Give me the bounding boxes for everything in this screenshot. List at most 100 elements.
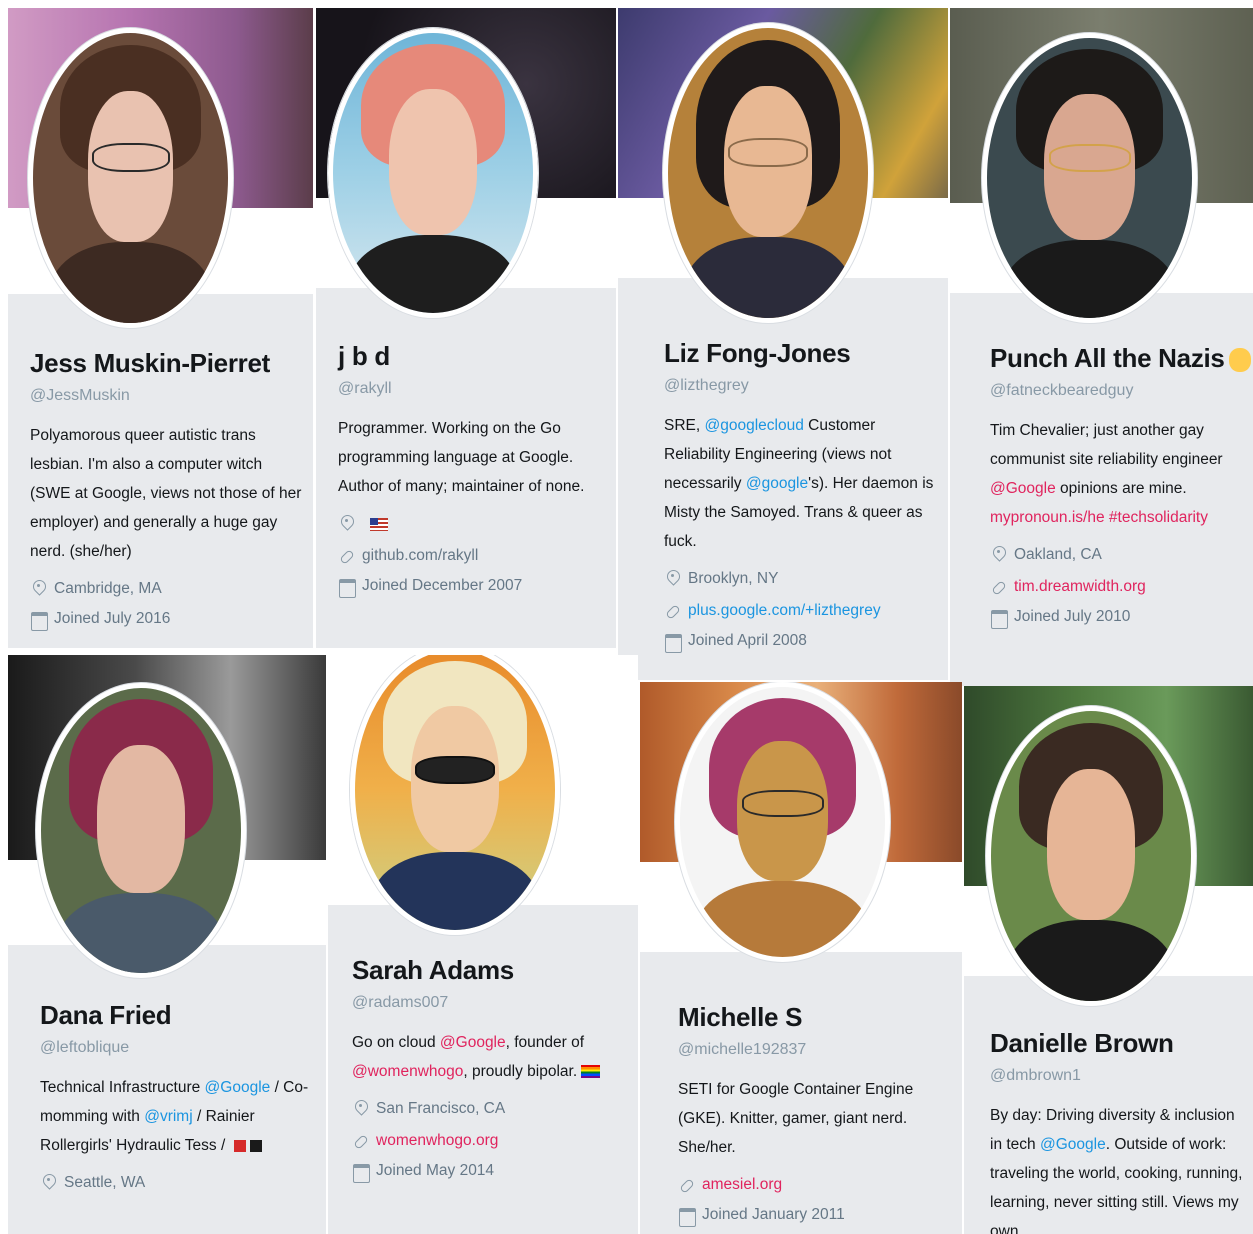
profile-avatar[interactable] bbox=[28, 28, 233, 328]
rainbow-flag-icon bbox=[581, 1065, 601, 1079]
location-pin-icon bbox=[338, 515, 356, 533]
profile-avatar[interactable] bbox=[663, 23, 873, 323]
profile-handle[interactable]: @JessMuskin bbox=[30, 387, 303, 405]
black-flag-icon bbox=[249, 1139, 262, 1152]
profile-card-sarah: Sarah Adams @radams007 Go on cloud @Goog… bbox=[328, 655, 638, 1234]
location-text: Cambridge, MA bbox=[54, 580, 162, 597]
profile-joined: Joined April 2008 bbox=[664, 632, 938, 653]
profile-website[interactable]: plus.google.com/+lizthegrey bbox=[664, 602, 938, 620]
mention-link[interactable]: @googlecloud bbox=[704, 417, 803, 434]
calendar-icon bbox=[664, 632, 682, 653]
mention-link[interactable]: @Google bbox=[440, 1034, 506, 1051]
profile-avatar[interactable] bbox=[675, 682, 890, 962]
location-pin-icon bbox=[990, 546, 1008, 564]
mention-link[interactable]: @womenwhogo bbox=[352, 1063, 463, 1080]
profile-name[interactable]: Liz Fong-Jones bbox=[664, 338, 938, 369]
profile-card-tim: Punch All the Nazis @fatneckbearedguy Ti… bbox=[950, 8, 1253, 686]
profile-bio: Tim Chevalier; just another gay communis… bbox=[990, 422, 1223, 526]
profile-collage: Jess Muskin-Pierret @JessMuskin Polyamor… bbox=[0, 0, 1253, 1234]
profile-joined: Joined January 2011 bbox=[678, 1206, 952, 1227]
profile-card-jbd: j b d @rakyll Programmer. Working on the… bbox=[316, 8, 616, 648]
profile-avatar[interactable] bbox=[350, 655, 560, 935]
profile-bio: Go on cloud @Google, founder of @womenwh… bbox=[352, 1028, 628, 1086]
profile-handle[interactable]: @leftoblique bbox=[40, 1039, 316, 1057]
joined-text: Joined July 2016 bbox=[54, 610, 171, 627]
profile-joined: Joined December 2007 bbox=[338, 577, 606, 598]
profile-handle[interactable]: @lizthegrey bbox=[664, 377, 938, 395]
website-link[interactable]: tim.dreamwidth.org bbox=[1014, 578, 1146, 596]
joined-text: Joined April 2008 bbox=[688, 632, 807, 649]
raised-fist-emoji-icon bbox=[1228, 348, 1251, 373]
profile-card-michelle: Michelle S @michelle192837 SETI for Goog… bbox=[640, 682, 962, 1234]
red-flag-icon bbox=[233, 1139, 246, 1152]
link-icon bbox=[352, 1132, 370, 1150]
profile-website[interactable]: amesiel.org bbox=[678, 1176, 952, 1194]
location-text: Brooklyn, NY bbox=[688, 570, 779, 587]
profile-handle[interactable]: @fatneckbearedguy bbox=[990, 382, 1243, 400]
website-link[interactable]: github.com/rakyll bbox=[362, 547, 478, 565]
us-flag-icon bbox=[370, 517, 388, 531]
mention-link[interactable]: @Google bbox=[1040, 1136, 1106, 1153]
profile-joined: Joined May 2014 bbox=[352, 1162, 628, 1183]
profile-bio: Technical Infrastructure @Google / Co-mo… bbox=[40, 1079, 309, 1154]
profile-location: Brooklyn, NY bbox=[664, 570, 938, 588]
calendar-icon bbox=[30, 610, 48, 631]
mention-link[interactable]: @Google bbox=[990, 480, 1056, 497]
profile-joined: Joined July 2010 bbox=[990, 608, 1243, 629]
pronoun-link[interactable]: mypronoun.is/he #techsolidarity bbox=[990, 509, 1208, 526]
link-icon bbox=[338, 547, 356, 565]
location-text: Seattle, WA bbox=[64, 1174, 146, 1191]
location-pin-icon bbox=[30, 580, 48, 598]
mention-link[interactable]: @google bbox=[746, 475, 808, 492]
profile-handle[interactable]: @rakyll bbox=[338, 380, 606, 398]
joined-text: Joined July 2010 bbox=[1014, 608, 1131, 625]
calendar-icon bbox=[990, 608, 1008, 629]
location-text: San Francisco, CA bbox=[376, 1100, 506, 1117]
profile-handle[interactable]: @dmbrown1 bbox=[990, 1067, 1247, 1085]
profile-bio: SETI for Google Container Engine (GKE). … bbox=[678, 1081, 914, 1156]
location-pin-icon bbox=[664, 570, 682, 588]
mention-link[interactable]: @Google bbox=[205, 1079, 271, 1096]
profile-website[interactable]: github.com/rakyll bbox=[338, 547, 606, 565]
profile-bio: Programmer. Working on the Go programmin… bbox=[338, 420, 585, 495]
joined-text: Joined January 2011 bbox=[702, 1206, 845, 1223]
profile-location: Cambridge, MA bbox=[30, 580, 303, 598]
profile-avatar[interactable] bbox=[986, 706, 1196, 1006]
profile-joined: Joined July 2016 bbox=[30, 610, 303, 631]
profile-location: Seattle, WA bbox=[40, 1174, 316, 1192]
profile-website[interactable]: womenwhogo.org bbox=[352, 1132, 628, 1150]
profile-bio: By day: Driving diversity & inclusion in… bbox=[990, 1107, 1243, 1234]
calendar-icon bbox=[352, 1162, 370, 1183]
mention-link[interactable]: @vrimj bbox=[144, 1108, 192, 1125]
link-icon bbox=[664, 602, 682, 620]
profile-handle[interactable]: @michelle192837 bbox=[678, 1041, 952, 1059]
profile-website[interactable]: tim.dreamwidth.org bbox=[990, 578, 1243, 596]
profile-location: Oakland, CA bbox=[990, 546, 1243, 564]
location-pin-icon bbox=[40, 1174, 58, 1192]
profile-bio: Polyamorous queer autistic trans lesbian… bbox=[30, 427, 302, 560]
profile-name[interactable]: j b d bbox=[338, 341, 606, 372]
link-icon bbox=[990, 578, 1008, 596]
profile-name[interactable]: Jess Muskin-Pierret bbox=[30, 348, 303, 379]
profile-card-liz: Liz Fong-Jones @lizthegrey SRE, @googlec… bbox=[618, 8, 948, 680]
website-link[interactable]: plus.google.com/+lizthegrey bbox=[688, 602, 881, 620]
location-pin-icon bbox=[352, 1100, 370, 1118]
joined-text: Joined May 2014 bbox=[376, 1162, 495, 1179]
profile-name[interactable]: Sarah Adams bbox=[352, 955, 628, 986]
profile-name[interactable]: Dana Fried bbox=[40, 1000, 316, 1031]
profile-name[interactable]: Michelle S bbox=[678, 1002, 952, 1033]
profile-name[interactable]: Punch All the Nazis bbox=[990, 343, 1251, 374]
profile-avatar[interactable] bbox=[328, 28, 538, 318]
calendar-icon bbox=[678, 1206, 696, 1227]
joined-text: Joined December 2007 bbox=[362, 577, 523, 594]
profile-location: San Francisco, CA bbox=[352, 1100, 628, 1118]
profile-location bbox=[338, 515, 606, 533]
website-link[interactable]: amesiel.org bbox=[702, 1176, 782, 1194]
location-text: Oakland, CA bbox=[1014, 546, 1102, 563]
profile-avatar[interactable] bbox=[982, 33, 1197, 323]
profile-card-jess: Jess Muskin-Pierret @JessMuskin Polyamor… bbox=[8, 8, 313, 648]
profile-name[interactable]: Danielle Brown bbox=[990, 1028, 1247, 1059]
profile-handle[interactable]: @radams007 bbox=[352, 994, 628, 1012]
website-link[interactable]: womenwhogo.org bbox=[376, 1132, 498, 1150]
profile-avatar[interactable] bbox=[36, 683, 246, 978]
